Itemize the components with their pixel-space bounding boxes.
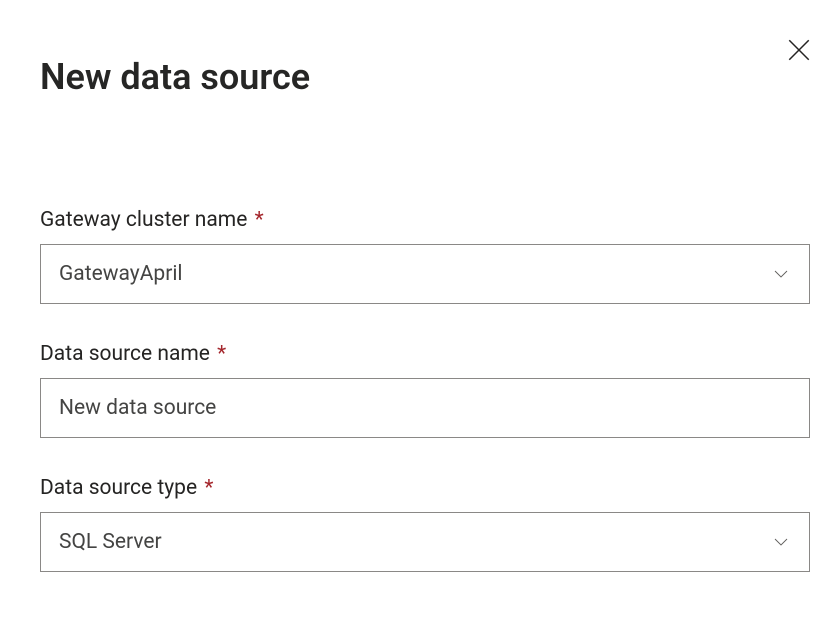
chevron-down-icon (771, 264, 791, 284)
dropdown-value: SQL Server (59, 530, 162, 554)
required-mark: * (217, 342, 226, 366)
label-text: Gateway cluster name (40, 208, 247, 232)
gateway-cluster-dropdown[interactable]: GatewayApril (40, 244, 810, 304)
label-text: Data source type (40, 476, 197, 500)
data-source-name-label: Data source name * (40, 342, 800, 366)
label-text: Data source name (40, 342, 210, 366)
required-mark: * (204, 476, 213, 500)
close-button[interactable] (782, 34, 816, 68)
data-source-type-dropdown[interactable]: SQL Server (40, 512, 810, 572)
data-source-name-field: Data source name * (40, 342, 800, 438)
required-mark: * (255, 208, 264, 232)
page-title: New data source (40, 56, 800, 98)
data-source-name-input[interactable] (40, 378, 810, 438)
chevron-down-icon (771, 532, 791, 552)
data-source-type-label: Data source type * (40, 476, 800, 500)
close-icon (786, 37, 812, 66)
gateway-cluster-field: Gateway cluster name * GatewayApril (40, 208, 800, 304)
dropdown-value: GatewayApril (59, 262, 183, 286)
gateway-cluster-label: Gateway cluster name * (40, 208, 800, 232)
form: Gateway cluster name * GatewayApril Data… (40, 208, 800, 572)
data-source-type-field: Data source type * SQL Server (40, 476, 800, 572)
new-data-source-panel: New data source Gateway cluster name * G… (0, 0, 840, 620)
